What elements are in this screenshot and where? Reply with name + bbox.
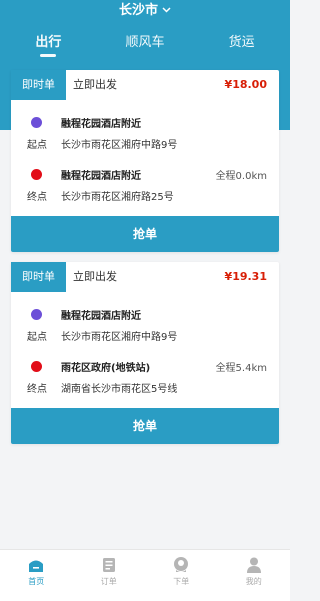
grab-order-button[interactable]: 抢单 [11, 408, 279, 444]
end-address: 长沙市雨花区湘府路25号 [61, 192, 174, 203]
order-type-badge: 即时单 [11, 70, 66, 100]
city-selector[interactable]: 长沙市 [0, 0, 290, 20]
end-dot-icon [31, 361, 42, 372]
nav-home[interactable]: 首页 [0, 550, 73, 601]
end-stop: 终点 雨花区政府(地铁站) 湖南省长沙市雨花区5号线 全程5.4km [11, 350, 279, 402]
start-stop: 起点 融程花园酒店附近 长沙市雨花区湘府中路9号 [11, 106, 279, 158]
tab-huoyun[interactable]: 货运 [207, 31, 277, 55]
tab-shunfengche[interactable]: 顺风车 [110, 31, 180, 55]
order-card: 即时单 立即出发 ¥18.00 起点 融程花园酒店附近 长沙市雨花区湘府中路9号… [11, 70, 279, 252]
end-label: 终点 [27, 192, 47, 203]
start-label: 起点 [27, 140, 47, 151]
end-name: 雨花区政府(地铁站) [61, 363, 151, 374]
order-icon [73, 556, 146, 574]
depart-time: 立即出发 [73, 78, 117, 91]
end-name: 融程花园酒店附近 [61, 171, 141, 182]
order-price: ¥18.00 [224, 78, 267, 91]
order-card-header: 即时单 立即出发 ¥19.31 [11, 262, 279, 292]
order-card: 即时单 立即出发 ¥19.31 起点 融程花园酒店附近 长沙市雨花区湘府中路9号… [11, 262, 279, 444]
nav-orders[interactable]: 订单 [73, 550, 146, 601]
start-dot-icon [31, 309, 42, 320]
nav-home-label: 首页 [28, 577, 45, 586]
city-name: 长沙市 [118, 3, 158, 18]
start-name: 融程花园酒店附近 [61, 119, 141, 130]
end-dot-icon [31, 169, 42, 180]
order-card-header: 即时单 立即出发 ¥18.00 [11, 70, 279, 100]
chevron-down-icon [162, 0, 171, 20]
tab-chuxing[interactable]: 出行 [13, 31, 83, 57]
nav-orders-label: 订单 [100, 577, 117, 586]
start-address: 长沙市雨花区湘府中路9号 [61, 332, 178, 343]
service-tabs: 出行 顺风车 货运 [0, 30, 290, 57]
start-label: 起点 [27, 332, 47, 343]
nav-place-order[interactable]: 下单 [145, 550, 218, 601]
end-label: 终点 [27, 384, 47, 395]
start-dot-icon [31, 117, 42, 128]
bottom-nav: 首页 订单 下单 我的 [0, 549, 290, 601]
location-icon [145, 556, 218, 574]
trip-distance: 全程0.0km [215, 171, 267, 182]
end-stop: 终点 融程花园酒店附近 长沙市雨花区湘府路25号 全程0.0km [11, 158, 279, 210]
depart-time: 立即出发 [73, 270, 117, 283]
start-name: 融程花园酒店附近 [61, 311, 141, 322]
start-stop: 起点 融程花园酒店附近 长沙市雨花区湘府中路9号 [11, 298, 279, 350]
grab-order-button[interactable]: 抢单 [11, 216, 279, 252]
order-price: ¥19.31 [224, 270, 267, 283]
end-address: 湖南省长沙市雨花区5号线 [61, 384, 178, 395]
home-icon [0, 556, 73, 574]
user-icon [218, 556, 291, 574]
nav-place-order-label: 下单 [173, 577, 190, 586]
nav-profile[interactable]: 我的 [218, 550, 291, 601]
nav-profile-label: 我的 [245, 577, 262, 586]
start-address: 长沙市雨花区湘府中路9号 [61, 140, 178, 151]
order-type-badge: 即时单 [11, 262, 66, 292]
trip-distance: 全程5.4km [215, 363, 267, 374]
